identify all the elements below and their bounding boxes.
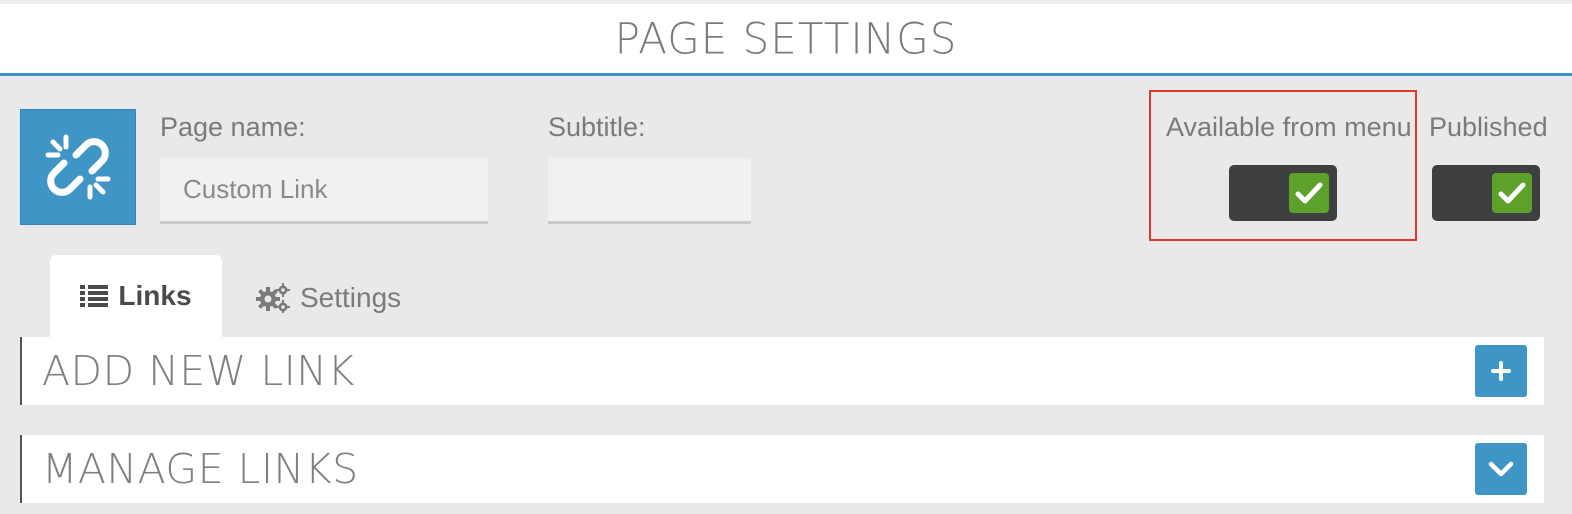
page-header: PAGE SETTINGS (0, 4, 1572, 76)
manage-links-title: MANAGE LINKS (42, 445, 359, 493)
tab-links[interactable]: Links (50, 255, 222, 337)
subtitle-label: Subtitle: (548, 112, 646, 142)
gears-icon (256, 283, 290, 313)
toggle-knob (1289, 173, 1329, 213)
published-label: Published (1429, 112, 1548, 142)
page-type-icon (20, 109, 136, 225)
tab-links-label: Links (118, 280, 192, 311)
add-link-button[interactable] (1475, 345, 1527, 397)
checkmark-icon (1498, 182, 1526, 204)
add-new-link-title: ADD NEW LINK (42, 347, 355, 395)
page-title: PAGE SETTINGS (614, 13, 958, 64)
broken-link-icon (45, 134, 111, 200)
toggle-knob (1492, 173, 1532, 213)
tab-settings-label: Settings (300, 282, 402, 313)
published-toggle[interactable] (1432, 165, 1540, 221)
chevron-down-icon (1488, 461, 1514, 477)
add-new-link-panel[interactable]: ADD NEW LINK (20, 337, 1544, 405)
list-icon (80, 285, 109, 307)
available-from-menu-toggle[interactable] (1229, 165, 1337, 221)
plus-icon (1491, 361, 1511, 381)
page-name-input[interactable] (160, 158, 488, 224)
manage-links-panel[interactable]: MANAGE LINKS (20, 435, 1544, 503)
subtitle-input[interactable] (548, 158, 751, 224)
available-from-menu-label: Available from menu (1166, 112, 1412, 142)
expand-manage-links-button[interactable] (1475, 443, 1527, 495)
page-name-label: Page name: (160, 112, 306, 142)
tab-settings[interactable]: Settings (256, 270, 401, 326)
checkmark-icon (1295, 182, 1323, 204)
